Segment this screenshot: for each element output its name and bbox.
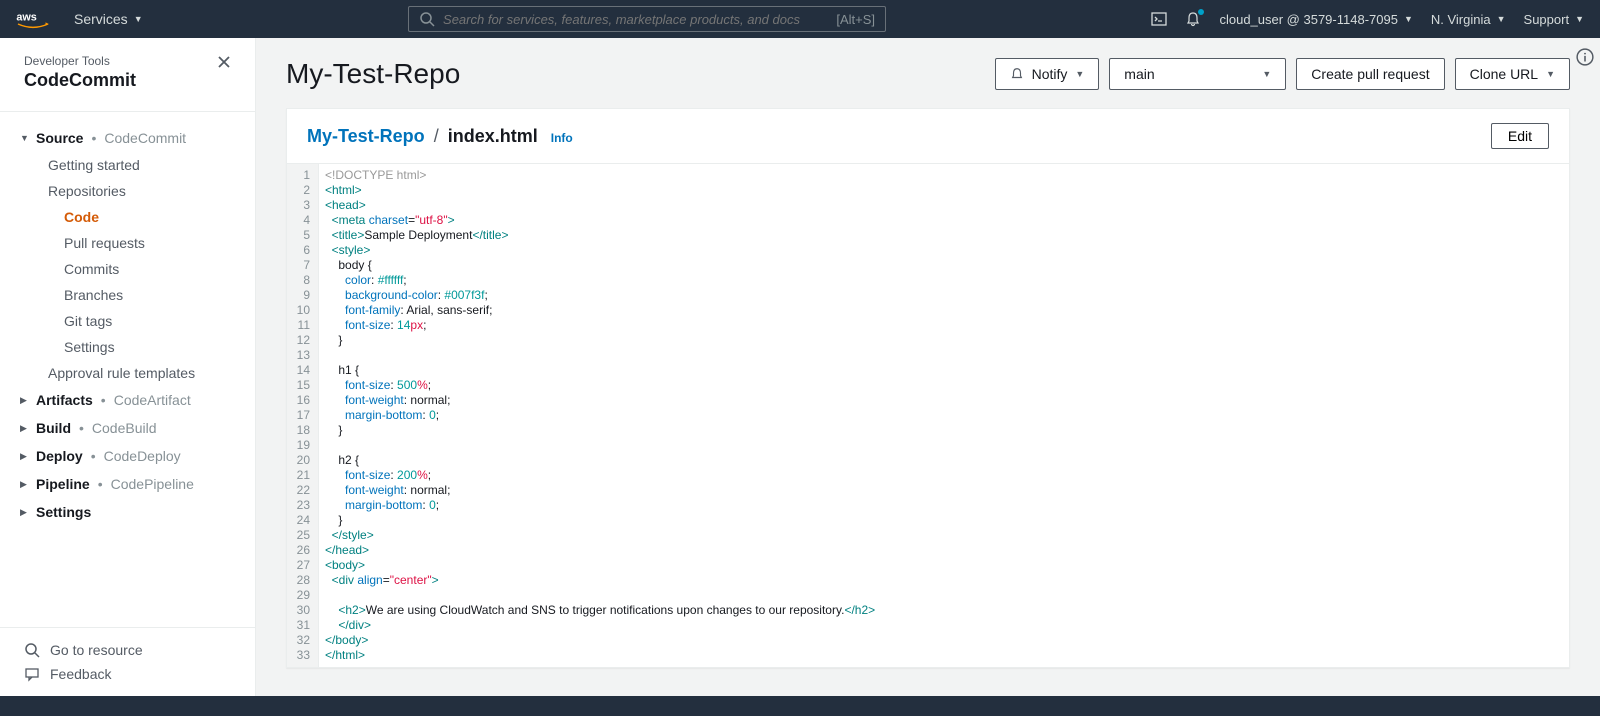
feedback-link[interactable]: Feedback (24, 662, 231, 686)
search-input[interactable] (443, 12, 828, 27)
sidebar-close-button[interactable] (217, 54, 231, 72)
sidebar: Developer Tools CodeCommit ▼Source•CodeC… (0, 38, 256, 696)
nav-group-name: Build (36, 420, 71, 436)
nav-group-settings[interactable]: ▶ Settings (0, 498, 255, 526)
sidebar-item-pull-requests[interactable]: Pull requests (40, 230, 255, 256)
feedback-label: Feedback (50, 666, 111, 682)
code-viewer: 1234567891011121314151617181920212223242… (287, 164, 1569, 667)
search-icon (24, 642, 40, 658)
aws-logo[interactable]: aws (16, 9, 50, 29)
breadcrumb-file: index.html (448, 126, 538, 146)
file-panel: My-Test-Repo / index.html Info Edit 1234… (286, 108, 1570, 668)
nav-group-service: CodeArtifact (114, 392, 191, 408)
nav-group-build[interactable]: ▶Build•CodeBuild (0, 414, 255, 442)
close-icon (217, 55, 231, 69)
branch-name: main (1124, 66, 1154, 82)
edit-button[interactable]: Edit (1491, 123, 1549, 149)
support-label: Support (1524, 12, 1570, 27)
sidebar-item-commits[interactable]: Commits (40, 256, 255, 282)
caret-icon: ▶ (20, 507, 30, 518)
go-to-resource-label: Go to resource (50, 642, 143, 658)
nav-group-artifacts[interactable]: ▶Artifacts•CodeArtifact (0, 386, 255, 414)
sidebar-item-git-tags[interactable]: Git tags (40, 308, 255, 334)
nav-group-deploy[interactable]: ▶Deploy•CodeDeploy (0, 442, 255, 470)
go-to-resource[interactable]: Go to resource (24, 638, 231, 662)
sidebar-item-code[interactable]: Code (40, 204, 255, 230)
file-breadcrumb: My-Test-Repo / index.html Info (307, 126, 573, 147)
code-body[interactable]: <!DOCTYPE html><html><head> <meta charse… (319, 164, 1569, 667)
sidebar-item-settings[interactable]: Settings (40, 334, 255, 360)
sidebar-item-approval-rule-templates[interactable]: Approval rule templates (40, 360, 255, 386)
breadcrumb-repo-link[interactable]: My-Test-Repo (307, 126, 425, 146)
branch-select[interactable]: main ▼ (1109, 58, 1286, 90)
search-icon (419, 11, 435, 27)
right-tools-panel (1576, 48, 1594, 69)
caret-down-icon: ▼ (1575, 14, 1584, 24)
main-content: My-Test-Repo Notify ▼ main ▼ Create pull… (256, 38, 1600, 696)
nav-group-pipeline[interactable]: ▶Pipeline•CodePipeline (0, 470, 255, 498)
account-label: cloud_user @ 3579-1148-7095 (1219, 12, 1397, 27)
cloudshell-icon (1151, 11, 1167, 27)
nav-group-name: Artifacts (36, 392, 93, 408)
breadcrumb-separator: / (434, 126, 439, 146)
sidebar-nav: ▼Source•CodeCommitGetting startedReposit… (0, 120, 255, 530)
info-panel-toggle[interactable] (1576, 48, 1594, 69)
nav-group-name: Settings (36, 504, 91, 520)
caret-down-icon: ▼ (1262, 69, 1271, 79)
line-gutter: 1234567891011121314151617181920212223242… (287, 164, 319, 667)
services-label: Services (74, 11, 128, 27)
nav-group-source[interactable]: ▼Source•CodeCommit (0, 124, 255, 152)
info-icon (1576, 48, 1594, 66)
region-label: N. Virginia (1431, 12, 1491, 27)
caret-down-icon: ▼ (1546, 69, 1555, 79)
feedback-icon (24, 666, 40, 682)
nav-group-service: CodeCommit (104, 130, 186, 146)
cloudshell-button[interactable] (1151, 11, 1167, 27)
region-menu[interactable]: N. Virginia ▼ (1431, 12, 1506, 27)
notify-label: Notify (1032, 66, 1068, 82)
caret-down-icon: ▼ (1404, 14, 1413, 24)
caret-down-icon: ▼ (1497, 14, 1506, 24)
clone-label: Clone URL (1470, 66, 1538, 82)
account-menu[interactable]: cloud_user @ 3579-1148-7095 ▼ (1219, 12, 1412, 27)
info-link[interactable]: Info (551, 131, 573, 145)
nav-group-service: CodePipeline (111, 476, 194, 492)
caret-icon: ▶ (20, 423, 30, 434)
support-menu[interactable]: Support ▼ (1524, 12, 1584, 27)
nav-group-name: Source (36, 130, 83, 146)
create-pull-request-button[interactable]: Create pull request (1296, 58, 1444, 90)
nav-group-name: Deploy (36, 448, 83, 464)
search-shortcut: [Alt+S] (836, 12, 875, 27)
sidebar-item-branches[interactable]: Branches (40, 282, 255, 308)
services-menu[interactable]: Services ▼ (74, 11, 143, 27)
create-pr-label: Create pull request (1311, 66, 1429, 82)
bell-icon (1185, 11, 1201, 27)
svg-text:aws: aws (16, 12, 36, 24)
caret-icon: ▶ (20, 395, 30, 406)
caret-down-icon: ▼ (134, 14, 143, 24)
sidebar-item-repositories[interactable]: Repositories (40, 178, 255, 204)
notifications-button[interactable] (1185, 11, 1201, 27)
bell-icon (1010, 67, 1024, 81)
nav-group-name: Pipeline (36, 476, 90, 492)
bottom-bar (0, 696, 1600, 716)
page-title: My-Test-Repo (286, 58, 460, 90)
caret-icon: ▼ (20, 133, 30, 143)
caret-icon: ▶ (20, 479, 30, 490)
sidebar-item-getting-started[interactable]: Getting started (40, 152, 255, 178)
caret-down-icon: ▼ (1075, 69, 1084, 79)
sidebar-subtitle: Developer Tools (24, 54, 136, 68)
caret-icon: ▶ (20, 451, 30, 462)
nav-group-service: CodeDeploy (104, 448, 181, 464)
top-nav: aws Services ▼ [Alt+S] cloud_user @ 3579… (0, 0, 1600, 38)
nav-group-service: CodeBuild (92, 420, 157, 436)
global-search[interactable]: [Alt+S] (408, 6, 886, 32)
sidebar-title: CodeCommit (24, 70, 136, 91)
notify-button[interactable]: Notify ▼ (995, 58, 1100, 90)
clone-url-button[interactable]: Clone URL ▼ (1455, 58, 1570, 90)
